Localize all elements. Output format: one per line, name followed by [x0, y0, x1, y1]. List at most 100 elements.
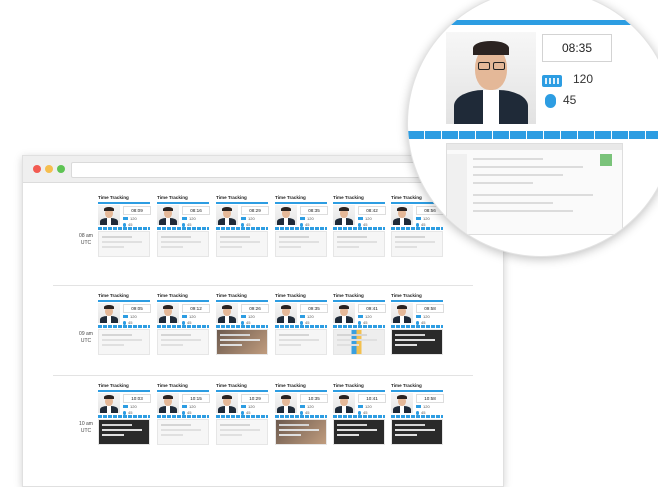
card-activity-bar: [157, 325, 209, 328]
card-timestamp: 08:09: [123, 206, 151, 215]
card-screenshot-thumbnail[interactable]: [391, 419, 443, 445]
card-activity-bar: [157, 227, 209, 230]
card-screenshot-thumbnail[interactable]: [98, 231, 150, 257]
card-activity-bar: [333, 415, 385, 418]
keystroke-count: 120: [423, 216, 430, 221]
card-timestamp: 10:58: [416, 394, 444, 403]
card-screenshot-thumbnail[interactable]: [157, 419, 209, 445]
card-title: Time Tracking: [333, 293, 364, 298]
card-keystrokes: 120: [182, 314, 196, 319]
person-image: [391, 303, 413, 323]
card-keystrokes: 120: [416, 404, 430, 409]
card-accent-line: [333, 202, 385, 204]
time-tracking-card[interactable]: Time Tracking 10:03 120 45: [98, 383, 151, 445]
card-screenshot-thumbnail[interactable]: [216, 329, 268, 355]
card-title: Time Tracking: [275, 195, 306, 200]
card-screenshot-thumbnail[interactable]: [275, 231, 327, 257]
card-title: Time Tracking: [275, 293, 306, 298]
card-timestamp: 08:16: [182, 206, 210, 215]
keystroke-count: 120: [130, 216, 137, 221]
card-webcam-photo: [333, 303, 355, 323]
minimize-window-button[interactable]: [45, 165, 53, 173]
card-title: Time Tracking: [98, 383, 129, 388]
keyboard-icon: [416, 405, 421, 409]
card-timestamp: 09:35: [300, 304, 328, 313]
card-screenshot-thumbnail[interactable]: [157, 231, 209, 257]
time-tracking-card[interactable]: Time Tracking 09:05 120 45: [98, 293, 151, 355]
card-screenshot-thumbnail[interactable]: [157, 329, 209, 355]
card-activity-bar: [275, 227, 327, 230]
hour-time: 09 am: [79, 331, 93, 337]
card-timestamp: 10:41: [358, 394, 386, 403]
card-keystrokes: 120: [416, 216, 430, 221]
card-timestamp: 10:35: [300, 394, 328, 403]
time-tracking-card[interactable]: Time Tracking 10:41 120 45: [333, 383, 386, 445]
keystroke-count: 120: [248, 314, 255, 319]
card-screenshot-thumbnail[interactable]: [216, 231, 268, 257]
person-image: [446, 32, 536, 124]
card-screenshot-thumbnail[interactable]: [275, 329, 327, 355]
card-timestamp: 08:29: [241, 206, 269, 215]
card-keystrokes: 120: [123, 216, 137, 221]
card-timestamp: 10:03: [123, 394, 151, 403]
card-webcam-photo: [98, 303, 120, 323]
card-activity-bar: [275, 325, 327, 328]
time-tracking-card[interactable]: Time Tracking 08:29 120 45: [216, 195, 269, 257]
keyboard-icon: [241, 405, 246, 409]
time-tracking-card[interactable]: Time Tracking 08:09 120 45: [98, 195, 151, 257]
card-activity-bar: [333, 227, 385, 230]
card-webcam-photo: [216, 205, 238, 225]
time-tracking-card[interactable]: Time Tracking 10:15 120 45: [157, 383, 210, 445]
time-tracking-card[interactable]: Time Tracking 08:16 120 45: [157, 195, 210, 257]
keystroke-count: 120: [365, 216, 372, 221]
card-screenshot-thumbnail[interactable]: [98, 419, 150, 445]
keyboard-icon: [182, 217, 187, 221]
close-window-button[interactable]: [33, 165, 41, 173]
card-screenshot-thumbnail[interactable]: [98, 329, 150, 355]
person-image: [157, 393, 179, 413]
card-keystrokes: 120: [358, 216, 372, 221]
card-timestamp: 10:15: [182, 394, 210, 403]
card-screenshot-thumbnail[interactable]: [216, 419, 268, 445]
card-title: Time Tracking: [157, 195, 188, 200]
card-webcam-photo: [216, 393, 238, 413]
card-screenshot-thumbnail[interactable]: [391, 231, 443, 257]
time-tracking-card[interactable]: Time Tracking 09:41 120 45: [333, 293, 386, 355]
keystroke-count: 120: [423, 404, 430, 409]
maximize-window-button[interactable]: [57, 165, 65, 173]
card-webcam-photo: [157, 205, 179, 225]
person-image: [98, 303, 120, 323]
time-tracking-card[interactable]: Time Tracking 10:29 120 45: [216, 383, 269, 445]
card-webcam-photo: [391, 303, 413, 323]
time-tracking-card[interactable]: Time Tracking 09:58 120 45: [391, 293, 444, 355]
card-screenshot-thumbnail[interactable]: [333, 231, 385, 257]
card-accent-line: [216, 390, 268, 392]
person-image: [333, 205, 355, 225]
card-timestamp: 08:42: [358, 206, 386, 215]
card-screenshot-thumbnail[interactable]: [275, 419, 327, 445]
card-keystrokes: 120: [123, 404, 137, 409]
time-tracking-card[interactable]: Time Tracking 08:35 120 45: [275, 195, 328, 257]
keyboard-icon: [300, 315, 305, 319]
person-image: [333, 393, 355, 413]
card-screenshot-thumbnail[interactable]: [333, 419, 385, 445]
card-timestamp: 09:26: [241, 304, 269, 313]
zoom-screenshot-thumbnail[interactable]: [446, 143, 623, 235]
card-screenshot-thumbnail[interactable]: [391, 329, 443, 355]
time-tracking-card[interactable]: Time Tracking 10:58 120 45: [391, 383, 444, 445]
card-screenshot-thumbnail[interactable]: [333, 329, 385, 355]
time-tracking-card[interactable]: Time Tracking 09:35 120 45: [275, 293, 328, 355]
card-timestamp: 09:05: [123, 304, 151, 313]
time-tracking-card[interactable]: Time Tracking 09:12 120 45: [157, 293, 210, 355]
person-image: [391, 393, 413, 413]
card-title: Time Tracking: [391, 383, 422, 388]
card-title: Time Tracking: [275, 383, 306, 388]
card-accent-line: [157, 300, 209, 302]
hour-separator: [53, 375, 473, 376]
keyboard-icon: [241, 217, 246, 221]
card-webcam-photo: [157, 303, 179, 323]
time-tracking-card[interactable]: Time Tracking 08:42 120 45: [333, 195, 386, 257]
time-tracking-card[interactable]: Time Tracking 09:26 120 45: [216, 293, 269, 355]
time-tracking-card[interactable]: Time Tracking 10:35 120 45: [275, 383, 328, 445]
keystroke-count: 120: [365, 404, 372, 409]
